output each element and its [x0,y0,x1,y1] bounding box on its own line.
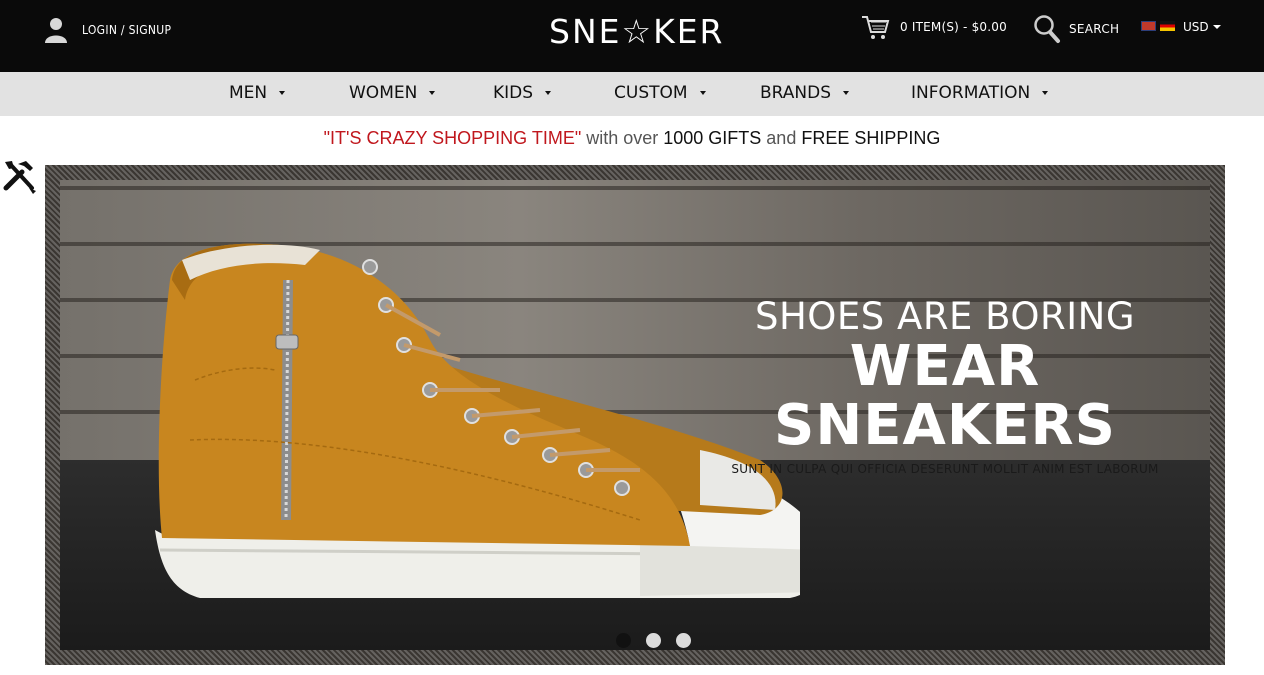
slider-dot[interactable] [616,633,631,648]
nav-item-label: KIDS [493,83,534,103]
nav-item-label: CUSTOM [614,83,688,103]
chevron-down-icon [843,91,850,95]
nav-item-label: WOMEN [349,83,418,103]
currency-label: USD [1183,20,1209,34]
language-switcher[interactable] [1141,21,1175,31]
nav-item-label: MEN [229,83,268,103]
chevron-down-icon [429,91,436,95]
promo-gifts: 1000 GIFTS [663,128,762,148]
chevron-down-icon [699,91,706,95]
nav-item-label: INFORMATION [911,83,1031,103]
nav-item-men[interactable]: MEN [229,83,286,103]
slider-dot[interactable] [646,633,661,648]
currency-selector[interactable]: USD [1183,20,1221,34]
search-label: SEARCH [1069,22,1120,36]
hero-slide: SHOES ARE BORING WEAR SNEAKERS SUNT IN C… [60,180,1210,650]
cart-summary: 0 ITEM(S) - $0.00 [900,20,1007,34]
nav-item-label: BRANDS [760,83,832,103]
slider-dot[interactable] [676,633,691,648]
hero-heading: WEAR SNEAKERS [774,334,1116,458]
hero-slider[interactable]: SHOES ARE BORING WEAR SNEAKERS SUNT IN C… [45,165,1225,665]
promo-banner-text: "IT'S CRAZY SHOPPING TIME" with over 100… [0,128,1264,149]
promo-highlight: "IT'S CRAZY SHOPPING TIME" [323,128,582,148]
login-signup-link[interactable]: LOGIN / SIGNUP [44,16,171,44]
hero-caption: SHOES ARE BORING WEAR SNEAKERS SUNT IN C… [710,295,1180,476]
search-icon [1034,15,1060,43]
sneaker-image [155,243,800,598]
nav-item-brands[interactable]: BRANDS [760,83,850,103]
nav-item-kids[interactable]: KIDS [493,83,552,103]
hero-tagline: SUNT IN CULPA QUI OFFICIA DESERUNT MOLLI… [731,461,1159,476]
nav-item-women[interactable]: WOMEN [349,83,436,103]
chevron-down-icon [279,91,286,95]
promo-text: and [761,128,802,148]
main-nav: MEN WOMEN KIDS CUSTOM BRANDS INFORMATION [0,72,1264,116]
hero-subheading: SHOES ARE BORING [754,295,1136,338]
nav-item-information[interactable]: INFORMATION [911,83,1049,103]
promo-shipping: FREE SHIPPING [801,128,941,148]
chevron-down-icon [1042,91,1049,95]
slider-pagination [616,633,691,648]
uk-flag-icon[interactable] [1141,21,1156,31]
tools-icon[interactable] [2,158,40,196]
cart-button[interactable]: 0 ITEM(S) - $0.00 [860,12,1007,42]
login-signup-label: LOGIN / SIGNUP [82,23,172,37]
promo-text: with over [581,128,664,148]
site-logo[interactable]: SNE☆KER [549,12,725,51]
chevron-down-icon [545,91,552,95]
nav-item-custom[interactable]: CUSTOM [614,83,706,103]
chevron-down-icon [1212,25,1221,29]
search-button[interactable]: SEARCH [1033,14,1119,44]
user-icon [45,18,67,43]
german-flag-icon[interactable] [1160,21,1175,31]
top-bar: LOGIN / SIGNUP SNE☆KER 0 ITEM(S) - $0.00… [0,0,1264,72]
shopping-cart-icon [862,16,890,39]
